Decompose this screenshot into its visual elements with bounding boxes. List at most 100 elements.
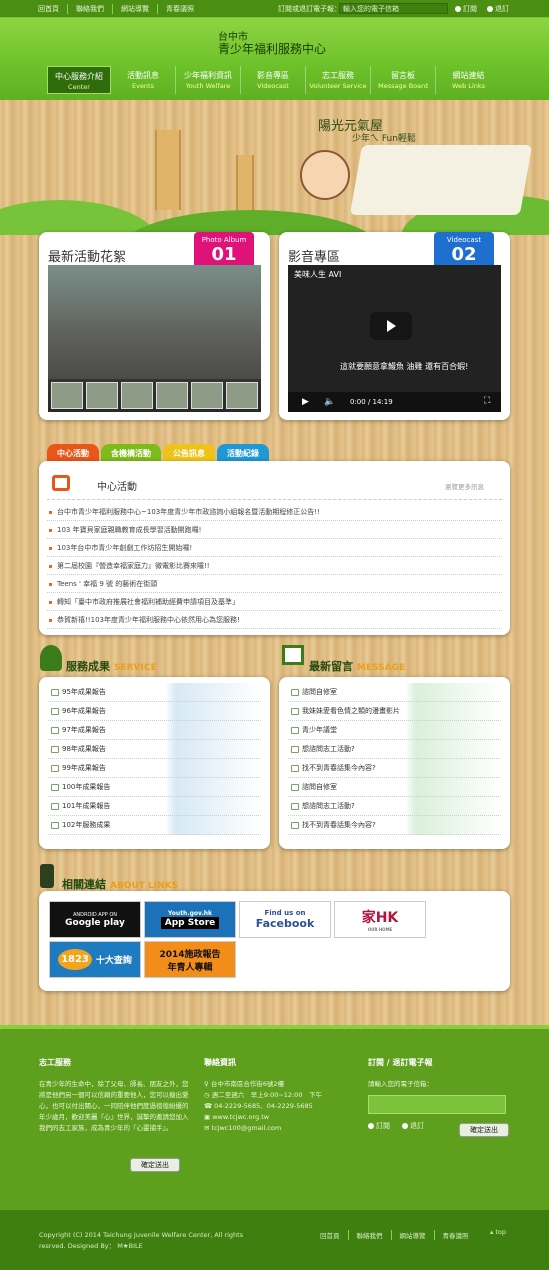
epaper-submit-button[interactable]: 確定送出	[459, 1123, 509, 1137]
link-facebook[interactable]: Find us on Facebook	[239, 901, 331, 938]
news-item[interactable]: Teens ' 幸福 9 號 的藝術在街頭	[47, 575, 502, 593]
contact-address-text: 台中市南區合作街6號2樓	[210, 1080, 285, 1088]
contact-phone-text: 04-2229-5685、04-2229-5685	[214, 1102, 313, 1110]
news-item[interactable]: 轉知「臺中市政府推展社會福利補助經費申請項目及基準」	[47, 593, 502, 611]
service-panel: 95年成果報告 96年成果報告 97年成果報告 98年成果報告 99年成果報告 …	[39, 677, 270, 849]
link-main: OUR HOME	[367, 927, 393, 932]
news-item[interactable]: 恭賀新禧!!103年度青少年福利服務中心依然用心為您服務!	[47, 611, 502, 629]
nav-center[interactable]: 中心服務介紹 Center	[47, 66, 111, 94]
photo-album-title: 最新活動花絮	[48, 250, 127, 265]
volunteer-text: 在青少年的生命中，除了父母、師長、朋友之外，您將是他們另一個可以信賴的重要他人，…	[39, 1080, 189, 1132]
thumbnail[interactable]	[86, 382, 118, 409]
link-google-play[interactable]: ANDROID APP ON Google play	[49, 901, 141, 938]
message-item[interactable]: 想諮問志工活動?	[288, 740, 501, 759]
message-item[interactable]: 找不到青春話集今內容?	[288, 759, 501, 778]
news-item[interactable]: 103年台中市青少年創劇工作坊招生開始囉!	[47, 539, 502, 557]
tag-en: Videocast	[446, 236, 482, 244]
volunteer-submit-button[interactable]: 確定送出	[130, 1158, 180, 1172]
epaper-unsubscribe-label: 退訂	[410, 1122, 424, 1130]
message-item[interactable]: 想諮問志工活動?	[288, 797, 501, 816]
divider	[47, 499, 502, 500]
video-player[interactable]: 美味人生 AVI 這就要願意拿鰻魚 油雞 還有百合蝦! ▶ 🔈 0:00 / 1…	[288, 265, 501, 412]
volume-icon[interactable]: 🔈	[324, 397, 335, 407]
nav-youth-welfare[interactable]: 少年福利資訊 Youth Welfare	[176, 66, 241, 94]
bottom-link-home[interactable]: 回首頁	[312, 1230, 349, 1240]
subscribe-label: 訂閱或退訂電子報：	[278, 5, 341, 13]
link-main: Google play	[65, 917, 125, 928]
nav-videocast[interactable]: 影音專區 Videocast	[241, 66, 306, 94]
service-item[interactable]: 99年成果報告	[48, 759, 261, 778]
bottom-bar: Copyright (C) 2014 Taichung Juvenile Wel…	[0, 1210, 549, 1270]
sprout-icon	[40, 645, 62, 671]
photo-slideshow[interactable]	[48, 265, 261, 412]
thumbnail[interactable]	[191, 382, 223, 409]
bottom-link-contact[interactable]: 聯絡我們	[349, 1230, 392, 1240]
service-item[interactable]: 97年成果報告	[48, 721, 261, 740]
link-app-store[interactable]: Youth.gov.hk App Store	[144, 901, 236, 938]
service-item[interactable]: 96年成果報告	[48, 702, 261, 721]
links-heading-en: ABOUT LINKS	[110, 881, 179, 891]
tab-activity-records[interactable]: 活動紀錄	[217, 444, 269, 461]
link-main: Facebook	[255, 917, 315, 930]
news-item[interactable]: 103 年寶貝家庭親職教育成長學習活動開跑囉!	[47, 521, 502, 539]
nav-message-board[interactable]: 留言板 Message Board	[371, 66, 436, 94]
news-item[interactable]: 台中市青少年福利服務中心~103年度青少年市政諮詢小組報名暨活動期程修正公告!!	[47, 503, 502, 521]
service-item[interactable]: 95年成果報告	[48, 683, 261, 702]
service-item[interactable]: 102年服務成果	[48, 816, 261, 835]
message-item[interactable]: 我妹妹愛看色情之類的漫畫影片	[288, 702, 501, 721]
message-item[interactable]: 找不到青春話集今內容?	[288, 816, 501, 835]
service-item[interactable]: 100年成果報告	[48, 778, 261, 797]
mail-icon: ✉	[204, 1124, 212, 1132]
top-link-home[interactable]: 回首頁	[38, 4, 68, 14]
nav-web-links[interactable]: 網站連結 Web Links	[436, 66, 501, 94]
thumbnail[interactable]	[226, 382, 258, 409]
message-panel: 諮問自修室 我妹妹愛看色情之類的漫畫影片 青少年議堂 想諮問志工活動? 找不到青…	[279, 677, 510, 849]
back-to-top[interactable]: ▴ top	[490, 1228, 506, 1236]
service-heading-zh: 服務成果	[66, 660, 110, 673]
subscribe-radio[interactable]: 訂閱	[455, 4, 477, 14]
play-icon[interactable]: ▶	[302, 397, 309, 407]
links-heading-zh: 相關連結	[62, 878, 106, 891]
news-more-link[interactable]: 瀏覽更多訊息	[445, 481, 484, 491]
message-item[interactable]: 諮問自修室	[288, 683, 501, 702]
thumbnail[interactable]	[51, 382, 83, 409]
message-item[interactable]: 青少年議堂	[288, 721, 501, 740]
fullscreen-icon[interactable]: ⛶	[484, 396, 490, 406]
tab-announcements[interactable]: 公告訊息	[163, 444, 215, 461]
bottom-link-sitemap[interactable]: 網站導覽	[392, 1230, 435, 1240]
top-link-contact[interactable]: 聯絡我們	[68, 4, 113, 14]
service-item[interactable]: 98年成果報告	[48, 740, 261, 759]
thumbnail[interactable]	[156, 382, 188, 409]
nav-volunteer[interactable]: 志工服務 Volunteer Service	[306, 66, 371, 94]
nav-events[interactable]: 活動訊息 Events	[111, 66, 176, 94]
news-item[interactable]: 第二屆校園『營造幸福家庭力』微電影比賽來囉!!	[47, 557, 502, 575]
link-our-home[interactable]: 家HK OUR HOME	[334, 901, 426, 938]
contact-web[interactable]: ▣ www.tcjwc.org.tw	[204, 1112, 354, 1123]
subscribe-radio-label: 訂閱	[463, 5, 477, 13]
unsubscribe-radio[interactable]: 退訂	[487, 4, 509, 14]
contact-email[interactable]: ✉ tcjwc100@gmail.com	[204, 1123, 354, 1134]
video-play-icon[interactable]	[370, 312, 412, 340]
tab-org-activities[interactable]: 含機構活動	[101, 444, 161, 461]
link-main: App Store	[160, 917, 220, 929]
message-item[interactable]: 諮問自修室	[288, 778, 501, 797]
link-1823[interactable]: 1823 十大查詢	[49, 941, 141, 978]
bottom-link-youth[interactable]: 青春議照	[435, 1230, 477, 1240]
epaper-unsubscribe-radio[interactable]: 退訂	[402, 1121, 424, 1131]
link-policy-report[interactable]: 2014施政報告 年青人專輯	[144, 941, 236, 978]
logo-line2[interactable]: 青少年福利服務中心	[218, 40, 326, 57]
news-heading: 中心活動	[97, 482, 137, 493]
volunteer-title: 志工服務	[39, 1058, 71, 1067]
contact-title: 聯絡資訊	[204, 1058, 236, 1067]
epaper-subscribe-radio[interactable]: 訂閱	[368, 1121, 390, 1131]
subscribe-email-input[interactable]: 輸入您的電子信箱	[339, 3, 448, 14]
contact-info: ⚲ 台中市南區合作街6號2樓 ◷ 週二至週六 早上9:00~12:00 下午 ☎…	[204, 1079, 354, 1134]
epaper-email-input[interactable]	[368, 1095, 506, 1114]
tab-center-activities[interactable]: 中心活動	[47, 444, 99, 461]
thumbnail[interactable]	[121, 382, 153, 409]
top-link-sitemap[interactable]: 網站導覽	[113, 4, 158, 14]
top-link-youth[interactable]: 青春議照	[158, 4, 202, 14]
news-panel: 中心活動 瀏覽更多訊息 台中市青少年福利服務中心~103年度青少年市政諮詢小組報…	[39, 461, 510, 635]
service-item[interactable]: 101年成果報告	[48, 797, 261, 816]
banner-subslogan: 少年ㄟ Fun輕鬆	[352, 134, 416, 144]
